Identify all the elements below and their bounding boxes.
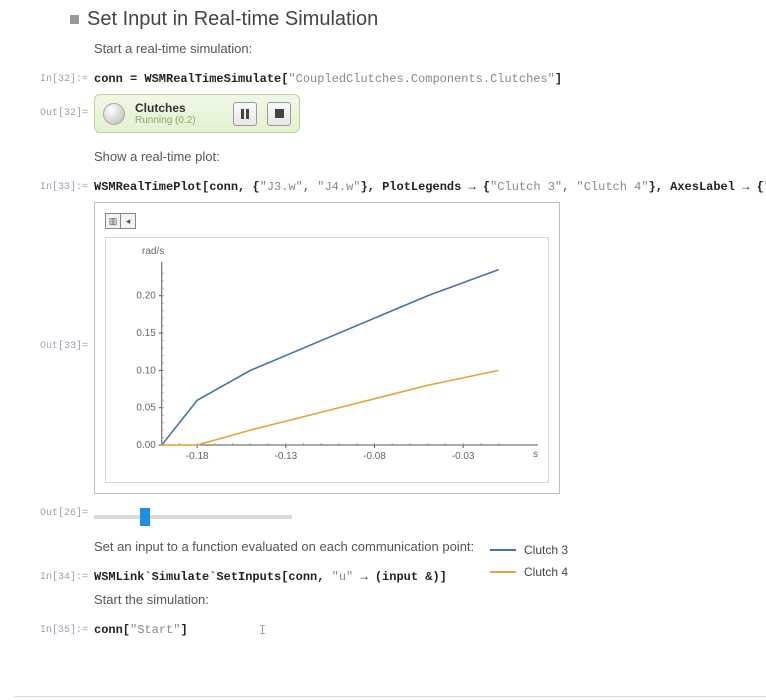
svg-text:0.20: 0.20 (136, 291, 156, 302)
simulation-status-box: Clutches Running (0.2) (94, 94, 300, 133)
stop-icon (275, 109, 284, 118)
plot-tool-rewind-icon[interactable]: ◂ (121, 213, 136, 229)
narration-text: Start the simulation: (94, 592, 766, 607)
chart: rad/s s 0.000.050.100.150.20-0.18-0.13-0… (105, 237, 549, 483)
input-code-32[interactable]: conn = WSMRealTimeSimulate["CoupledClutc… (94, 72, 766, 86)
plot-frame: ▥ ◂ rad/s s 0.000.050.100.150.20-0.18-0.… (94, 202, 560, 494)
svg-text:0.00: 0.00 (136, 440, 156, 451)
slider-thumb[interactable] (140, 508, 150, 526)
svg-text:-0.03: -0.03 (452, 451, 475, 462)
legend-swatch-icon (490, 571, 516, 573)
plot-toolbar: ▥ ◂ (105, 213, 549, 229)
status-title: Clutches (135, 101, 223, 115)
chart-svg: 0.00 0.05 0.10 0.15 0.20 -0.18 -0.13 -0.08 -0.03 (106, 238, 548, 483)
section-bullet-icon (70, 15, 79, 24)
legend-label: Clutch 4 (524, 565, 568, 579)
input-code-34[interactable]: WSMLink`Simulate`SetInputs[conn, "u" → (… (94, 570, 766, 584)
narration-text: Set an input to a function evaluated on … (94, 539, 766, 554)
chart-legend: Clutch 3 Clutch 4 (490, 543, 568, 587)
status-text: Running (0.2) (135, 115, 223, 126)
svg-text:0.15: 0.15 (136, 328, 156, 339)
cell-label-out26: Out[26]= (0, 508, 94, 519)
cell-label-in35: In[35]:= (0, 625, 94, 636)
cell-label-out33: Out[33]= (0, 341, 94, 352)
svg-text:-0.13: -0.13 (275, 451, 298, 462)
legend-item: Clutch 4 (490, 565, 568, 579)
slider[interactable] (94, 515, 292, 519)
text-cursor-icon: 𝙸 (258, 622, 267, 638)
pause-button[interactable] (233, 102, 257, 126)
cell-label-in32: In[32]:= (0, 74, 94, 85)
input-code-33[interactable]: WSMRealTimePlot[conn, {"J3.w", "J4.w"}, … (94, 180, 766, 194)
section-header: Set Input in Real-time Simulation (70, 8, 766, 31)
svg-text:-0.18: -0.18 (186, 451, 209, 462)
pause-icon (241, 109, 249, 119)
svg-text:0.10: 0.10 (136, 365, 156, 376)
legend-label: Clutch 3 (524, 543, 568, 557)
legend-item: Clutch 3 (490, 543, 568, 557)
svg-text:-0.08: -0.08 (363, 451, 386, 462)
narration-text: Start a real-time simulation: (94, 41, 766, 56)
narration-text: Show a real-time plot: (94, 149, 766, 164)
cell-label-in34: In[34]:= (0, 572, 94, 583)
svg-text:0.05: 0.05 (136, 403, 156, 414)
cell-label-out32: Out[32]= (0, 108, 94, 119)
input-code-35[interactable]: conn["Start"] (94, 623, 766, 637)
legend-swatch-icon (490, 549, 516, 551)
cell-label-in33: In[33]:= (0, 182, 94, 193)
stop-button[interactable] (267, 102, 291, 126)
plot-tool-icon[interactable]: ▥ (105, 213, 121, 229)
section-title: Set Input in Real-time Simulation (87, 8, 378, 31)
bottom-rule (14, 696, 766, 700)
status-orb-icon (103, 103, 125, 125)
